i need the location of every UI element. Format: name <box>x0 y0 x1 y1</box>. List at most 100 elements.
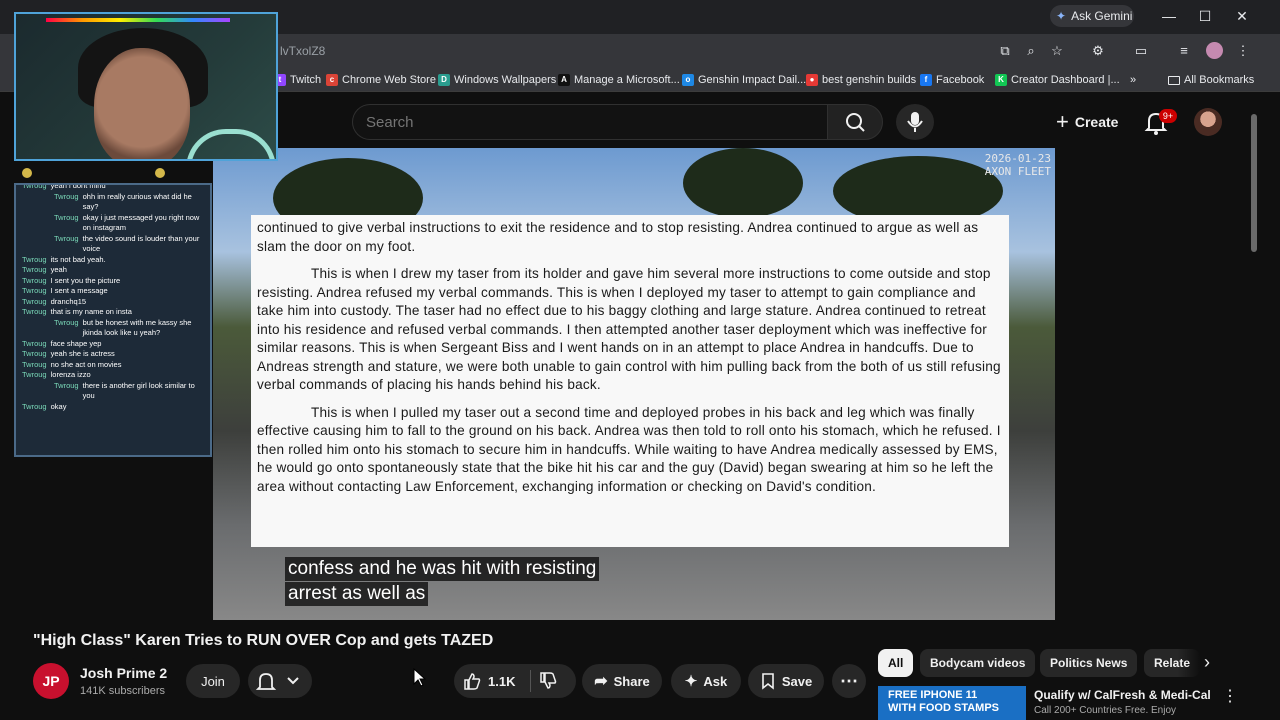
bookmark-label: Creator Dashboard |... <box>1011 74 1120 86</box>
report-paragraph: This is when I pulled my taser out a sec… <box>257 404 1001 494</box>
chat-text: yeah <box>50 265 67 274</box>
chat-username: Twroug <box>22 370 47 379</box>
police-report-document: continued to give verbal instructions to… <box>251 215 1009 547</box>
chat-text: I sent a message <box>50 286 108 295</box>
bookmark-item[interactable]: A Manage a Microsoft... <box>558 72 680 88</box>
video-player[interactable]: 2026-01-23 AXON FLEET continued to give … <box>213 148 1055 620</box>
subscription-bell-button[interactable] <box>248 664 312 698</box>
bookmark-item[interactable]: t Twitch <box>274 72 321 88</box>
share-button[interactable]: ➦ Share <box>582 664 662 698</box>
profile-icon[interactable] <box>1206 42 1223 59</box>
chat-text: okay i just messaged you right now on in… <box>82 212 200 233</box>
menu-dots-icon[interactable]: ⋮ <box>1234 42 1252 60</box>
chat-message: Twroug yeah i dont mind <box>22 183 204 192</box>
chat-message: Twroug dranchq15 <box>22 297 204 308</box>
all-bookmarks-button[interactable]: All Bookmarks <box>1168 72 1254 88</box>
ad-thumbnail[interactable]: FREE IPHONE 11 WITH FOOD STAMPS <box>878 686 1026 720</box>
chat-message: Twroug lorenza izzo <box>22 370 204 381</box>
bookmark-item[interactable]: ● best genshin builds <box>806 72 916 88</box>
zoom-icon[interactable]: ⌕ <box>1022 42 1040 60</box>
mic-icon <box>907 112 923 132</box>
chat-message: Twroug that is my name on insta <box>22 307 204 318</box>
filter-chip[interactable]: Relate <box>1144 649 1200 677</box>
voice-search-button[interactable] <box>896 104 934 140</box>
bookmark-favicon-icon: A <box>558 74 570 86</box>
chat-username: Twroug <box>22 296 47 306</box>
ad-title[interactable]: Qualify w/ CalFresh & Medi-Cal <box>1034 688 1211 702</box>
bookmark-item[interactable]: D Windows Wallpapers <box>438 72 556 88</box>
chat-username: Twroug <box>22 349 47 358</box>
stream-chat: Twroug yeah i dont mind Twroug ohh im reall… <box>14 183 212 457</box>
filter-chip[interactable]: Bodycam videos <box>920 649 1036 677</box>
chat-username: Twroug <box>22 183 47 190</box>
ad-menu-icon[interactable]: ⋮ <box>1222 686 1238 706</box>
cast-icon[interactable]: ▭ <box>1132 42 1150 60</box>
bookmark-label: Chrome Web Store <box>342 74 436 86</box>
sparkle-icon: ✦ <box>684 673 698 690</box>
chat-text: ohh im really curious what did he say? <box>82 191 192 212</box>
dislike-button[interactable] <box>538 671 558 696</box>
chat-username: Twroug <box>22 275 47 285</box>
ask-gemini-label: Ask Gemini <box>1071 9 1133 23</box>
channel-name[interactable]: Josh Prime 2 <box>80 665 167 681</box>
channel-avatar[interactable]: JP <box>33 663 69 699</box>
caption-line: arrest as well as <box>285 582 429 606</box>
webcam-overlay <box>14 12 278 161</box>
search-input[interactable] <box>366 112 806 132</box>
minimize-icon[interactable]: — <box>1158 6 1180 26</box>
bookmark-item[interactable]: o Genshin Impact Dail... <box>682 72 806 88</box>
chat-username: Twroug <box>22 286 47 295</box>
save-button[interactable]: Save <box>748 664 824 698</box>
chat-message: Twroug no she act on movies <box>22 360 204 371</box>
close-icon[interactable]: ✕ <box>1231 6 1253 26</box>
camera-brand: AXON FLEET <box>984 165 1051 178</box>
reading-list-icon[interactable]: ≡ <box>1175 42 1193 60</box>
bookmark-label: Twitch <box>290 74 322 86</box>
bookmark-favicon-icon: o <box>682 74 694 86</box>
join-button[interactable]: Join <box>186 664 240 698</box>
create-button[interactable]: + Create <box>1048 106 1130 138</box>
chat-message: Twroug but be honest with me kassy she jk… <box>22 318 204 339</box>
ad-thumb-text: WITH FOOD STAMPS <box>888 702 1000 714</box>
extensions-icon[interactable]: ⚙ <box>1089 42 1107 60</box>
chat-text: I sent you the picture <box>50 275 121 285</box>
chat-list: Twroug yeah i dont mind Twroug ohh im reall… <box>16 183 210 413</box>
ask-label: Ask <box>703 673 728 689</box>
omnibox[interactable] <box>270 39 1280 64</box>
account-avatar[interactable] <box>1194 108 1222 136</box>
filter-chip[interactable]: All <box>878 649 914 677</box>
ask-button[interactable]: ✦ Ask <box>671 664 741 698</box>
report-paragraph: continued to give verbal instructions to… <box>257 220 979 254</box>
report-paragraph: This is when I drew my taser from its ho… <box>257 266 1001 392</box>
ask-gemini-button[interactable]: ✦ Ask Gemini <box>1050 5 1134 27</box>
bookmarks-overflow[interactable]: » <box>1130 72 1136 88</box>
scrollbar-thumb[interactable] <box>1251 114 1257 252</box>
search-button[interactable] <box>827 104 883 140</box>
chat-text: no she act on movies <box>50 359 122 369</box>
install-app-icon[interactable]: ⧉ <box>996 42 1014 60</box>
chat-username: Twroug <box>54 191 79 201</box>
bookmark-favicon-icon: f <box>920 74 932 86</box>
caption-line: confess and he was hit with resisting <box>285 557 600 581</box>
folder-icon <box>1168 75 1180 85</box>
filter-chip[interactable]: Politics News <box>1040 649 1138 677</box>
bookmark-item[interactable]: c Chrome Web Store <box>326 72 436 88</box>
chat-message: Twroug okay <box>22 402 204 413</box>
bookmark-item[interactable]: K Creator Dashboard |... <box>995 72 1120 88</box>
chat-username: Twroug <box>22 254 47 264</box>
bookmark-item[interactable]: f Facebook <box>920 72 984 88</box>
bookmark-label: Facebook <box>936 74 985 86</box>
more-dots-icon: ⋯ <box>840 670 858 691</box>
url-text[interactable]: lvTxolZ8 <box>280 44 325 58</box>
chevron-right-icon[interactable]: › <box>1204 652 1210 673</box>
bookmark-favicon-icon: c <box>326 74 338 86</box>
maximize-icon[interactable]: ☐ <box>1194 6 1216 26</box>
bookmark-star-icon[interactable]: ☆ <box>1048 42 1066 60</box>
bookmark-icon <box>762 673 774 690</box>
more-actions-button[interactable]: ⋯ <box>832 664 866 698</box>
bookmark-label: Manage a Microsoft... <box>574 74 680 86</box>
thumbs-down-icon <box>540 672 557 689</box>
chat-username: Twroug <box>22 265 47 274</box>
overflow-label: » <box>1130 74 1137 86</box>
like-button[interactable]: 1.1K <box>462 664 515 698</box>
